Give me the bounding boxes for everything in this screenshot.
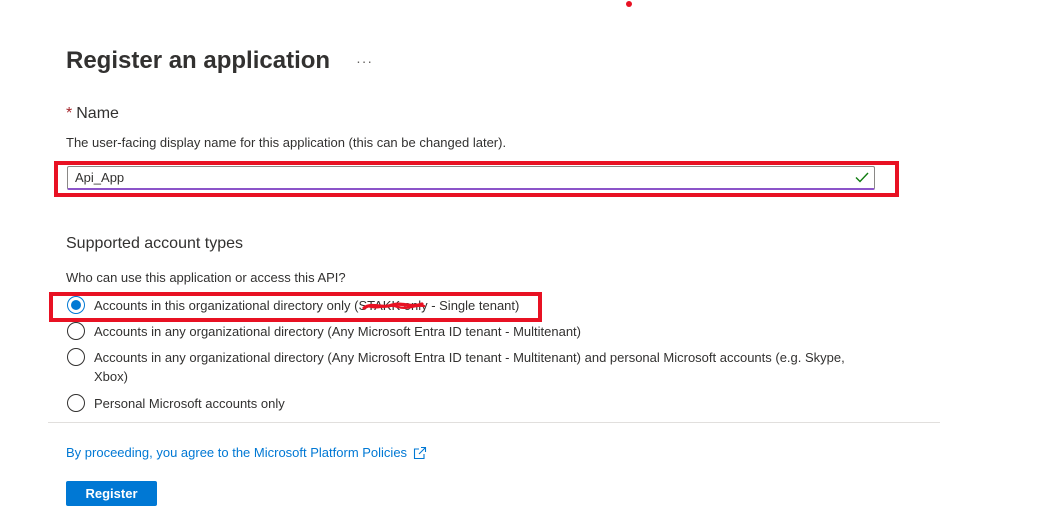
radio-button[interactable] <box>67 348 85 366</box>
radio-option-multitenant-personal[interactable]: Accounts in any organizational directory… <box>67 348 867 386</box>
annotation-dot <box>626 1 632 7</box>
radio-option-personal-only[interactable]: Personal Microsoft accounts only <box>67 394 285 413</box>
name-input[interactable] <box>68 167 854 188</box>
page-title: Register an application <box>66 47 331 74</box>
register-button[interactable]: Register <box>66 481 157 506</box>
checkmark-icon <box>854 170 870 186</box>
title-row: Register an application ··· <box>66 44 373 78</box>
account-types-title: Supported account types <box>66 235 244 252</box>
name-description: The user-facing display name for this ap… <box>66 135 507 150</box>
radio-button[interactable] <box>67 394 85 412</box>
name-label-text: Name <box>76 105 119 122</box>
radio-option-single-tenant[interactable]: Accounts in this organizational director… <box>67 296 519 315</box>
more-options-icon[interactable]: ··· <box>356 54 373 68</box>
external-link-icon <box>413 446 427 460</box>
radio-label: Accounts in this organizational director… <box>94 298 520 313</box>
radio-label: Personal Microsoft accounts only <box>94 396 285 411</box>
account-types-question: Who can use this application or access t… <box>66 270 346 285</box>
platform-policies-link[interactable]: By proceeding, you agree to the Microsof… <box>66 444 427 462</box>
name-field-label: * Name <box>66 103 119 125</box>
radio-dot <box>71 300 81 310</box>
divider <box>48 422 940 423</box>
radio-button-checked[interactable] <box>67 296 85 314</box>
radio-label: Accounts in any organizational directory… <box>94 350 845 384</box>
required-marker: * <box>66 105 73 122</box>
name-input-container <box>67 166 875 190</box>
radio-option-multitenant[interactable]: Accounts in any organizational directory… <box>67 322 581 341</box>
radio-button[interactable] <box>67 322 85 340</box>
policy-link-text: By proceeding, you agree to the Microsof… <box>66 445 408 460</box>
radio-label: Accounts in any organizational directory… <box>94 324 581 339</box>
